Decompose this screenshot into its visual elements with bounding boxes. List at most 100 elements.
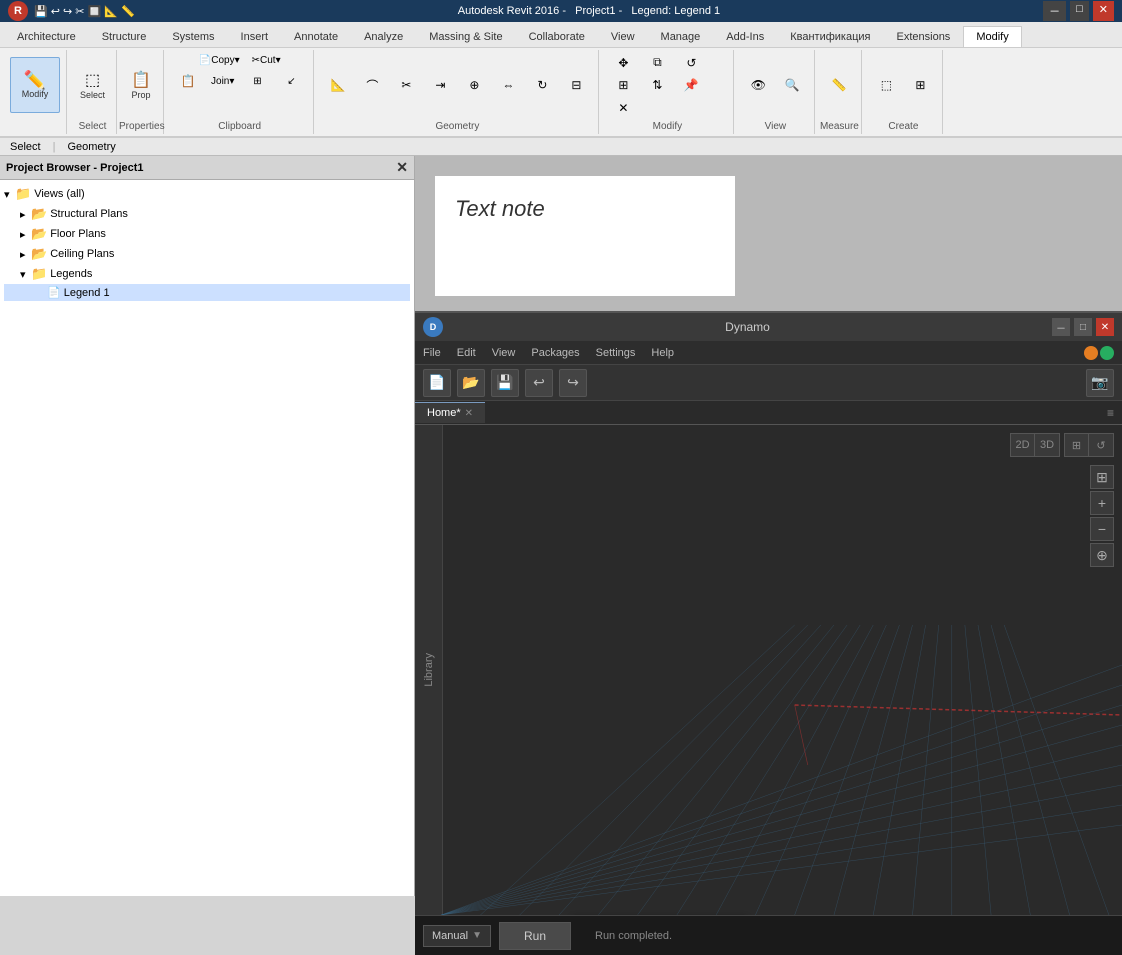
zoom-plus-btn[interactable]: ⊕ xyxy=(1090,543,1114,567)
move-btn[interactable]: ✥ xyxy=(607,53,639,73)
clipboard-extra[interactable]: ⊞ xyxy=(241,71,273,91)
zoom-controls: ⊞ + − ⊕ xyxy=(1090,465,1114,567)
dynamo-home-tab[interactable]: Home* ✕ xyxy=(415,402,485,423)
tab-structure[interactable]: Structure xyxy=(89,26,160,47)
dynamo-close-btn[interactable]: ✕ xyxy=(1096,318,1114,336)
cut-btn[interactable]: ✂ Cut▾ xyxy=(247,52,286,69)
ribbon-group-modify-btn: ✏️ Modify xyxy=(4,50,67,134)
tab-collaborate[interactable]: Collaborate xyxy=(516,26,598,47)
tab-addins[interactable]: Add-Ins xyxy=(713,26,777,47)
tab-systems[interactable]: Systems xyxy=(159,26,227,47)
line-btn[interactable]: 📐 xyxy=(322,75,354,95)
tab-massing[interactable]: Massing & Site xyxy=(416,26,515,47)
dynamo-new-btn[interactable]: 📄 xyxy=(423,369,451,397)
arc-btn[interactable]: ⌒ xyxy=(356,74,388,97)
flip-btn[interactable]: ⇅ xyxy=(641,75,673,95)
paste-btn[interactable]: 📋 xyxy=(172,71,204,91)
dynamo-menu-view[interactable]: View xyxy=(492,347,516,359)
tab-analyze[interactable]: Analyze xyxy=(351,26,416,47)
view-ctrl-fit[interactable]: ⊞ xyxy=(1065,434,1089,456)
dynamo-open-btn[interactable]: 📂 xyxy=(457,369,485,397)
pb-legend1[interactable]: 📄 Legend 1 xyxy=(4,284,410,301)
array-icon: ⊞ xyxy=(618,78,628,92)
trim-btn[interactable]: ✂ xyxy=(390,75,422,95)
scale-btn[interactable]: ⊕ xyxy=(458,75,490,95)
rotate-btn[interactable]: ↻ xyxy=(526,75,558,95)
tab-modify[interactable]: Modify xyxy=(963,26,1021,47)
tab-annotate[interactable]: Annotate xyxy=(281,26,351,47)
view-ctrl-3d[interactable]: 3D xyxy=(1035,434,1059,456)
tab-insert[interactable]: Insert xyxy=(228,26,282,47)
rotate2-btn[interactable]: ↺ xyxy=(675,53,707,73)
align-btn[interactable]: ⊟ xyxy=(560,75,592,95)
dynamo-menu-help[interactable]: Help xyxy=(651,347,674,359)
dynamo-menu-settings[interactable]: Settings xyxy=(596,347,636,359)
pb-ceiling-label: Ceiling Plans xyxy=(50,248,114,260)
measure-btn[interactable]: 📏 xyxy=(823,75,855,95)
measure-group-label: Measure xyxy=(817,121,861,132)
dynamo-screenshot-btn[interactable]: 📷 xyxy=(1086,369,1114,397)
array-btn[interactable]: ⊞ xyxy=(607,75,639,95)
create-group-icon: ⬚ xyxy=(881,78,892,92)
modify-button[interactable]: ✏️ Modify xyxy=(10,57,60,113)
run-mode-selector[interactable]: Manual ▼ xyxy=(423,925,491,947)
dynamo-maximize-btn[interactable]: □ xyxy=(1074,318,1092,336)
dynamo-undo-btn[interactable]: ↩ xyxy=(525,369,553,397)
offset-btn[interactable]: ⇥ xyxy=(424,75,456,95)
pb-titlebar: Project Browser - Project1 ✕ xyxy=(0,156,414,180)
pb-ceiling-plans[interactable]: ▸ 📂 Ceiling Plans xyxy=(4,244,410,264)
tab-architecture[interactable]: Architecture xyxy=(4,26,89,47)
view-ctrl-reset[interactable]: ↺ xyxy=(1089,434,1113,456)
dynamo-home-tab-label: Home* xyxy=(427,407,461,419)
reveal-btn[interactable]: 🔍 xyxy=(776,75,808,95)
status-dot-orange xyxy=(1084,346,1098,360)
dynamo-window: D Dynamo － □ ✕ File Edit View Packages S… xyxy=(415,311,1122,955)
dynamo-save-btn[interactable]: 💾 xyxy=(491,369,519,397)
dynamo-menu-packages[interactable]: Packages xyxy=(531,347,579,359)
select-bar-geometry[interactable]: Geometry xyxy=(63,141,195,153)
pin-btn[interactable]: 📌 xyxy=(675,75,707,95)
mirror-btn[interactable]: ⇔ xyxy=(492,75,524,95)
hide-btn[interactable]: 👁 xyxy=(742,75,774,95)
view-ctrl-2d[interactable]: 2D xyxy=(1011,434,1035,456)
copy-btn[interactable]: 📄 Copy▾ xyxy=(194,52,245,69)
zoom-out-btn[interactable]: − xyxy=(1090,517,1114,541)
dynamo-view-controls: 2D 3D ⊞ ↺ xyxy=(1010,433,1114,457)
dynamo-home-tab-close[interactable]: ✕ xyxy=(465,408,473,419)
properties-icon: 📋 xyxy=(131,70,151,90)
pb-legend1-label: Legend 1 xyxy=(64,287,110,299)
tab-extensions[interactable]: Extensions xyxy=(884,26,964,47)
window-controls[interactable]: － □ ✕ xyxy=(1043,1,1114,21)
tab-manage[interactable]: Manage xyxy=(648,26,714,47)
clipboard-arrow[interactable]: ↙ xyxy=(275,71,307,91)
dynamo-tab-menu[interactable]: ≡ xyxy=(1107,406,1122,420)
create-part-btn[interactable]: ⊞ xyxy=(904,75,936,95)
run-button[interactable]: Run xyxy=(499,922,571,950)
line-icon: 📐 xyxy=(331,78,346,92)
pb-structural-icon: 📂 xyxy=(31,206,47,222)
select-bar-select[interactable]: Select xyxy=(6,141,45,153)
zoom-in-btn[interactable]: + xyxy=(1090,491,1114,515)
dynamo-menu-edit[interactable]: Edit xyxy=(457,347,476,359)
pb-close-btn[interactable]: ✕ xyxy=(396,159,408,176)
pb-structural-plans[interactable]: ▸ 📂 Structural Plans xyxy=(4,204,410,224)
dynamo-redo-btn[interactable]: ↪ xyxy=(559,369,587,397)
zoom-fit-btn[interactable]: ⊞ xyxy=(1090,465,1114,489)
tab-view[interactable]: View xyxy=(598,26,648,47)
select-btn[interactable]: ⬚ Select xyxy=(75,67,110,103)
pb-views-all[interactable]: ▾ 📁 Views (all) xyxy=(4,184,410,204)
create-group-btn[interactable]: ⬚ xyxy=(870,75,902,95)
ribbon-panel: ✏️ Modify ⬚ Select Select 📋 Prop Propert… xyxy=(0,48,1122,138)
properties-btn[interactable]: 📋 Prop xyxy=(125,67,157,103)
pb-legends[interactable]: ▾ 📁 Legends xyxy=(4,264,410,284)
dynamo-canvas[interactable]: Library xyxy=(415,425,1122,915)
copy2-btn[interactable]: ⧉ xyxy=(641,52,673,73)
pb-floor-plans[interactable]: ▸ 📂 Floor Plans xyxy=(4,224,410,244)
dynamo-minimize-btn[interactable]: － xyxy=(1052,318,1070,336)
rotate2-icon: ↺ xyxy=(686,56,696,70)
delete-btn[interactable]: ✕ xyxy=(607,98,639,118)
dynamo-menu-file[interactable]: File xyxy=(423,347,441,359)
join-btn[interactable]: Join▾ xyxy=(206,71,239,91)
legend-text-note: Text note xyxy=(455,196,715,222)
tab-kvantif[interactable]: Квантификация xyxy=(777,26,883,47)
